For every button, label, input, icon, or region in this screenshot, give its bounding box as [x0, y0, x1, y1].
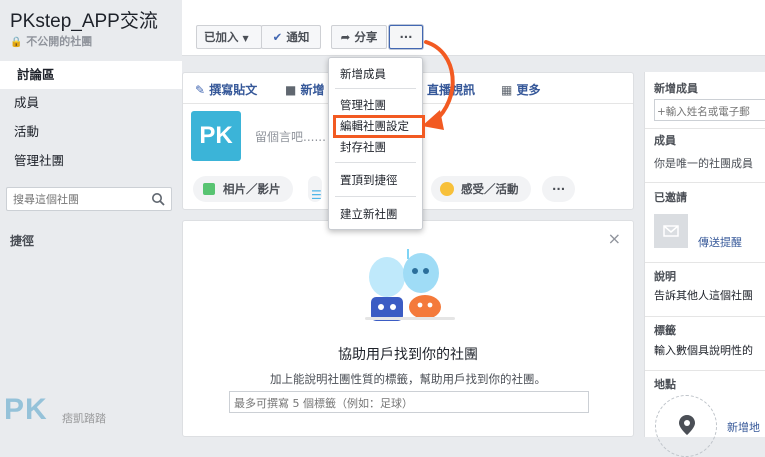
- invited-heading: 已邀請: [654, 191, 687, 204]
- menu-add-members[interactable]: 新增成員: [329, 63, 422, 85]
- suggest-title: 協助用戶找到你的社團: [338, 347, 478, 363]
- members-text: 你是唯一的社團成員: [654, 157, 753, 170]
- photo-video-chip[interactable]: 相片／影片: [193, 176, 293, 202]
- menu-pin-to-shortcuts[interactable]: 置頂到捷徑: [329, 169, 422, 191]
- helper-robots-illustration: [365, 249, 455, 321]
- feeling-chip-label: 感受／活動: [461, 182, 519, 196]
- joined-label: 已加入: [204, 30, 239, 44]
- menu-separator: [335, 88, 416, 89]
- more-chip[interactable]: ···: [542, 176, 576, 202]
- nav-manage-group[interactable]: 管理社團: [0, 147, 182, 175]
- smile-icon: [440, 182, 454, 196]
- menu-separator: [335, 162, 416, 163]
- tab-add[interactable]: ■ 新增: [285, 81, 325, 98]
- header-divider: [182, 55, 765, 56]
- tag-input[interactable]: [230, 393, 586, 414]
- annotation-arrow-icon: [422, 40, 455, 130]
- menu-archive-group[interactable]: 封存社團: [329, 136, 422, 158]
- watermark-logo: PK: [4, 393, 48, 426]
- nav-events[interactable]: 活動: [0, 118, 182, 146]
- right-divider: [645, 128, 765, 129]
- tags-text[interactable]: 輸入數個具說明性的: [654, 342, 753, 358]
- right-divider: [645, 262, 765, 263]
- invited-avatar: [654, 214, 688, 248]
- right-divider: [645, 370, 765, 371]
- menu-manage-group[interactable]: 管理社團: [329, 94, 422, 116]
- feeling-activity-chip[interactable]: 感受／活動: [431, 176, 531, 202]
- group-privacy: 🔒 不公開的社團: [10, 33, 92, 49]
- right-divider: [645, 182, 765, 183]
- photo-video-chip-label: 相片／影片: [223, 182, 281, 196]
- tag-suggestion-card: × 協助用戶找到你的社團 加上能說明社團性質的標籤，幫助用戶找到你的社團。: [182, 220, 634, 437]
- list-chip[interactable]: ☰: [308, 176, 322, 202]
- description-text[interactable]: 告訴其他人這個社團: [654, 287, 753, 303]
- highlight-box: [333, 115, 425, 138]
- tags-heading: 標籤: [654, 324, 676, 337]
- menu-separator: [335, 196, 416, 197]
- nav-members[interactable]: 成員: [0, 89, 182, 117]
- tag-input-box: [229, 391, 589, 414]
- tab-more-label: 更多: [516, 83, 541, 97]
- tab-more[interactable]: ▦ 更多: [501, 81, 541, 98]
- tab-add-label: 新增: [300, 83, 325, 97]
- send-reminder-link[interactable]: 傳送提醒: [698, 234, 742, 250]
- caret-down-icon: ▼: [242, 34, 249, 43]
- watermark-text: 痞凱踏踏: [62, 412, 106, 425]
- close-icon[interactable]: ×: [608, 229, 621, 248]
- notify-button[interactable]: ✔ 通知: [261, 25, 321, 49]
- add-member-box: [654, 99, 765, 121]
- camera-icon: ■: [285, 83, 297, 97]
- group-info-column: 新增成員 成員 你是唯一的社團成員 已邀請 傳送提醒 說明 告訴其他人這個社團 …: [644, 72, 765, 457]
- tab-write-post-label: 撰寫貼文: [209, 83, 258, 97]
- lock-icon: 🔒: [10, 37, 23, 48]
- group-name[interactable]: PKstep_APP交流: [10, 6, 158, 33]
- avatar[interactable]: PK: [191, 111, 241, 161]
- location-circle: [655, 395, 717, 457]
- pencil-icon: ✎: [195, 83, 206, 97]
- map-pin-icon: [679, 415, 695, 435]
- notify-label: 通知: [286, 30, 310, 44]
- envelope-icon: [663, 225, 679, 237]
- add-members-heading: 新增成員: [654, 82, 698, 95]
- group-search-box: [6, 187, 172, 211]
- group-search-input[interactable]: [7, 188, 147, 211]
- right-divider: [645, 316, 765, 317]
- joined-button[interactable]: 已加入 ▼: [196, 25, 262, 49]
- description-heading: 說明: [654, 270, 676, 283]
- share-label: 分享: [354, 30, 378, 44]
- list-icon: ☰: [311, 188, 322, 202]
- composer-input[interactable]: 留個言吧......: [255, 128, 326, 145]
- share-arrow-icon: ➦: [340, 30, 351, 44]
- search-icon[interactable]: [151, 192, 165, 206]
- group-privacy-label: 不公開的社團: [26, 35, 93, 48]
- add-member-input[interactable]: [655, 102, 765, 120]
- share-button[interactable]: ➦ 分享: [331, 25, 387, 49]
- more-grid-icon: ▦: [501, 83, 513, 97]
- location-heading: 地點: [654, 378, 676, 391]
- photo-icon: [203, 183, 215, 195]
- check-icon: ✔: [272, 30, 283, 44]
- tab-write-post[interactable]: ✎ 撰寫貼文: [195, 81, 257, 98]
- menu-create-new-group[interactable]: 建立新社團: [329, 203, 422, 225]
- shortcuts-heading: 捷徑: [10, 234, 35, 248]
- more-options-menu: 新增成員 管理社團 編輯社團設定 封存社團 置頂到捷徑 建立新社團: [328, 57, 423, 230]
- add-location-link[interactable]: 新增地: [727, 419, 760, 435]
- suggest-description: 加上能說明社團性質的標籤，幫助用戶找到你的社團。: [270, 372, 546, 386]
- nav-discussion[interactable]: 討論區: [0, 61, 182, 89]
- members-heading: 成員: [654, 134, 676, 147]
